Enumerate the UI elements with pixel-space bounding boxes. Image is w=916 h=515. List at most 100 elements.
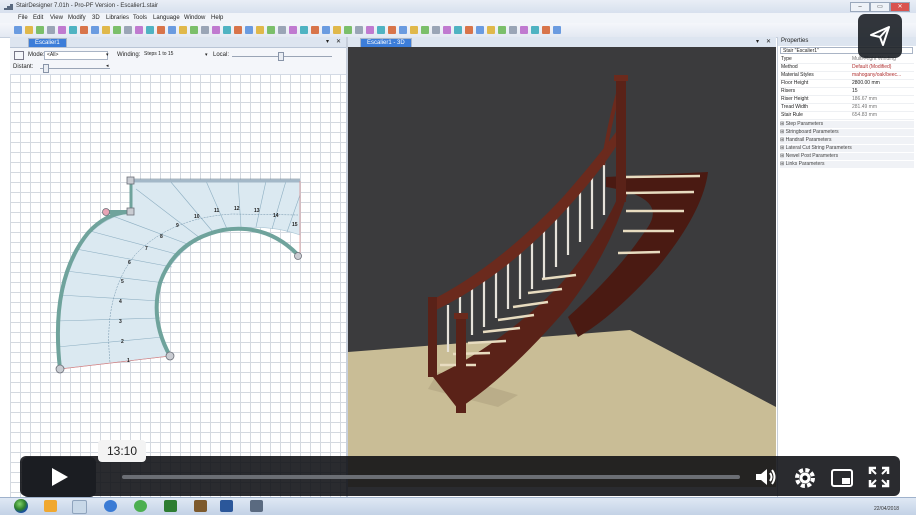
- taskbar-word-icon[interactable]: [220, 500, 233, 512]
- maximize-button[interactable]: ▭: [870, 2, 890, 12]
- prop-group[interactable]: ⊞ Handrail Parameters: [780, 137, 914, 144]
- toolbar-tool-icon[interactable]: [102, 26, 110, 34]
- toolbar-tool-icon[interactable]: [498, 26, 506, 34]
- toolbar-tool-icon[interactable]: [146, 26, 154, 34]
- toolbar-tool-icon[interactable]: [531, 26, 539, 34]
- toolbar-tool-icon[interactable]: [366, 26, 374, 34]
- prop-row[interactable]: Material Styles mahogany/oak/beec...: [780, 72, 914, 80]
- prop-row[interactable]: Method Default (Modified): [780, 64, 914, 72]
- toolbar-tool-icon[interactable]: [124, 26, 132, 34]
- pane-close-icon[interactable]: ✕: [336, 38, 341, 45]
- volume-icon[interactable]: [754, 466, 778, 488]
- toolbar-tool-icon[interactable]: [443, 26, 451, 34]
- prop-row[interactable]: Stair Rule 654.83 mm: [780, 112, 914, 120]
- taskbar-stairdesigner-icon[interactable]: [250, 500, 263, 512]
- video-progress-track[interactable]: [122, 475, 740, 479]
- toolbar-tool-icon[interactable]: [179, 26, 187, 34]
- toolbar-tool-icon[interactable]: [399, 26, 407, 34]
- toolbar-tool-icon[interactable]: [69, 26, 77, 34]
- toolbar-tool-icon[interactable]: [190, 26, 198, 34]
- menu-libraries[interactable]: Libraries: [106, 15, 129, 21]
- toolbar-tool-icon[interactable]: [465, 26, 473, 34]
- winding-select[interactable]: Steps 1 to 15: [142, 51, 206, 58]
- toolbar-tool-icon[interactable]: [267, 26, 275, 34]
- toolbar-tool-icon[interactable]: [91, 26, 99, 34]
- toolbar-tool-icon[interactable]: [157, 26, 165, 34]
- captions-icon[interactable]: [830, 467, 854, 489]
- minimize-button[interactable]: –: [850, 2, 870, 12]
- mode-select[interactable]: <All>: [44, 51, 108, 60]
- toolbar-tool-icon[interactable]: [14, 26, 22, 34]
- toolbar-tool-icon[interactable]: [377, 26, 385, 34]
- prop-row[interactable]: Tread Width 281.49 mm: [780, 104, 914, 112]
- fullscreen-icon[interactable]: [868, 466, 890, 488]
- menu-window[interactable]: Window: [184, 15, 205, 21]
- prop-row[interactable]: Floor Height 2800.00 mm: [780, 80, 914, 88]
- toolbar-tool-icon[interactable]: [256, 26, 264, 34]
- taskbar-chrome-icon[interactable]: [134, 500, 147, 512]
- taskbar-explorer-icon[interactable]: [72, 500, 87, 514]
- toolbar-tool-icon[interactable]: [322, 26, 330, 34]
- pane-pin-icon[interactable]: ▾: [326, 38, 329, 45]
- menu-language[interactable]: Language: [153, 15, 180, 21]
- distant-slider-track[interactable]: [40, 68, 110, 69]
- stair-plan-drawing[interactable]: 1 2 3 4 5 6 7 8 9 10 11 12 13 14 15: [10, 75, 346, 497]
- toolbar-tool-icon[interactable]: [410, 26, 418, 34]
- distant-slider-thumb[interactable]: [43, 64, 49, 73]
- menu-help[interactable]: Help: [211, 15, 223, 21]
- 3d-viewport[interactable]: [348, 47, 776, 487]
- prop-group[interactable]: ⊞ Stringboard Parameters: [780, 129, 914, 136]
- settings-gear-icon[interactable]: [793, 466, 817, 490]
- taskbar-browser-icon[interactable]: [104, 500, 117, 512]
- prop-row[interactable]: Risers 15: [780, 88, 914, 96]
- toolbar-tool-icon[interactable]: [113, 26, 121, 34]
- local-slider-thumb[interactable]: [278, 52, 284, 61]
- prop-group[interactable]: ⊞ Links Parameters: [780, 161, 914, 168]
- taskbar-app-icon[interactable]: [164, 500, 177, 512]
- pane-close-icon[interactable]: ✕: [766, 38, 771, 45]
- toolbar-tool-icon[interactable]: [476, 26, 484, 34]
- tab-escalier1-3d[interactable]: Escalier1 - 3D: [360, 38, 412, 47]
- menu-file[interactable]: File: [18, 15, 28, 21]
- toolbar-tool-icon[interactable]: [223, 26, 231, 34]
- pane-pin-icon[interactable]: ▾: [756, 38, 759, 45]
- toolbar-tool-icon[interactable]: [212, 26, 220, 34]
- share-button[interactable]: [858, 14, 902, 58]
- toolbar-tool-icon[interactable]: [36, 26, 44, 34]
- toolbar-tool-icon[interactable]: [47, 26, 55, 34]
- toolbar-tool-icon[interactable]: [421, 26, 429, 34]
- toolbar-tool-icon[interactable]: [289, 26, 297, 34]
- toolbar-tool-icon[interactable]: [509, 26, 517, 34]
- toolbar-tool-icon[interactable]: [58, 26, 66, 34]
- toolbar-tool-icon[interactable]: [333, 26, 341, 34]
- play-button[interactable]: [22, 457, 96, 497]
- menu-tools[interactable]: Tools: [133, 15, 147, 21]
- toolbar-tool-icon[interactable]: [553, 26, 561, 34]
- toolbar-tool-icon[interactable]: [344, 26, 352, 34]
- menu-modify[interactable]: Modify: [68, 15, 86, 21]
- prop-group[interactable]: ⊞ Lateral Cut String Parameters: [780, 145, 914, 152]
- menu-edit[interactable]: Edit: [33, 15, 43, 21]
- prop-group[interactable]: ⊞ Step Parameters: [780, 121, 914, 128]
- toolbar-tool-icon[interactable]: [542, 26, 550, 34]
- toolbar-tool-icon[interactable]: [355, 26, 363, 34]
- taskbar-app-icon[interactable]: [44, 500, 57, 512]
- winding-dropdown-icon[interactable]: ▾: [205, 52, 208, 58]
- toolbar-tool-icon[interactable]: [454, 26, 462, 34]
- close-button[interactable]: ✕: [890, 2, 910, 12]
- prop-group[interactable]: ⊞ Newel Post Parameters: [780, 153, 914, 160]
- toolbar-tool-icon[interactable]: [135, 26, 143, 34]
- toolbar-tool-icon[interactable]: [300, 26, 308, 34]
- toolbar-tool-icon[interactable]: [80, 26, 88, 34]
- toolbar-tool-icon[interactable]: [201, 26, 209, 34]
- toolbar-tool-icon[interactable]: [520, 26, 528, 34]
- toolbar-tool-icon[interactable]: [278, 26, 286, 34]
- toolbar-tool-icon[interactable]: [234, 26, 242, 34]
- menu-view[interactable]: View: [50, 15, 63, 21]
- distant-reset-icon[interactable]: ◂: [106, 63, 109, 69]
- toolbar-tool-icon[interactable]: [388, 26, 396, 34]
- mode-dropdown-icon[interactable]: ▾: [106, 52, 109, 58]
- toolbar-tool-icon[interactable]: [25, 26, 33, 34]
- toolbar-tool-icon[interactable]: [245, 26, 253, 34]
- prop-row[interactable]: Riser Height 186.67 mm: [780, 96, 914, 104]
